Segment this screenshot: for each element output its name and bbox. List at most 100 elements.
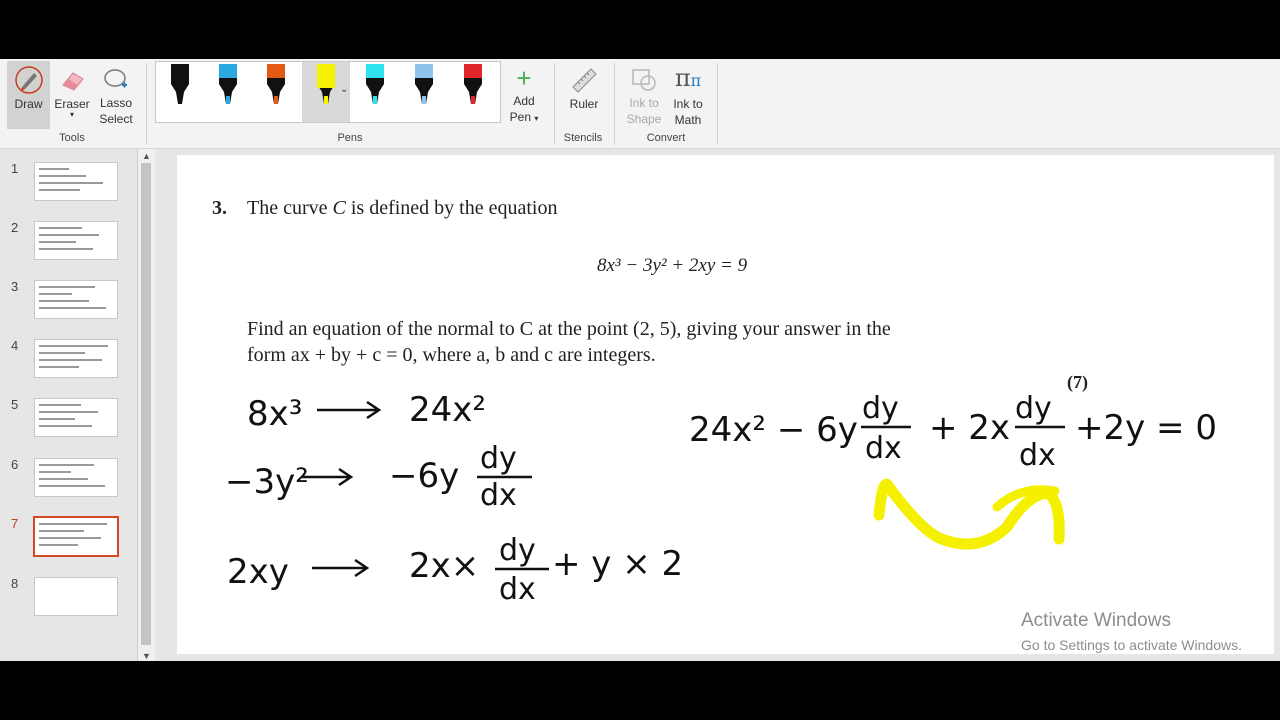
ink-to-math-label-2: Math	[674, 113, 702, 127]
pen-1-swatch[interactable]	[171, 64, 189, 104]
add-pen-label-1: Add	[513, 94, 535, 108]
slide-thumbnail-pane: 1 2 3 4 5 6 7 8	[0, 149, 155, 661]
ruler-label: Ruler	[569, 97, 599, 111]
add-pen-label-2: Pen	[509, 110, 531, 124]
ink-dx-1: dx	[480, 478, 517, 513]
eraser-label: Eraser	[54, 97, 90, 111]
add-pen-button[interactable]: + Add Pen ▾	[505, 61, 543, 129]
slide-preview[interactable]	[34, 339, 118, 378]
pen-4-swatch[interactable]: ⌄	[302, 62, 350, 122]
slide-canvas[interactable]: 3. The curve C is defined by the equatio…	[177, 155, 1274, 654]
pen-3-swatch[interactable]	[267, 64, 285, 104]
ink-dy-1: dy	[480, 441, 517, 476]
pen-7-swatch[interactable]	[464, 64, 482, 104]
top-black-bar	[0, 0, 1280, 59]
ink-plus-2y-eq-0: +2y = 0	[1075, 408, 1217, 448]
pen-5-swatch[interactable]	[366, 64, 384, 104]
ruler-icon	[572, 68, 597, 93]
lasso-label-1: Lasso	[99, 96, 133, 110]
slide-thumbnail-3[interactable]: 3	[0, 279, 137, 321]
slide-preview[interactable]	[34, 162, 118, 201]
ink-to-math-button[interactable]: ππ Ink to Math	[667, 61, 709, 129]
ink-8x3: 8x³	[247, 394, 302, 434]
scroll-down-icon[interactable]: ▼	[138, 651, 155, 661]
slide-number: 6	[11, 457, 19, 472]
ink-minus-6y: −6y	[389, 456, 459, 496]
lasso-icon	[104, 69, 127, 88]
slide-thumbnail-6[interactable]: 6	[0, 457, 137, 499]
ink-minus-3y2: −3y²	[225, 462, 309, 502]
slide-preview[interactable]	[34, 577, 118, 616]
slide-thumbnail-8[interactable]: 8	[0, 576, 137, 618]
ink-derivative-start: 24x² − 6y	[689, 410, 858, 450]
stencils-group-label: Stencils	[563, 132, 603, 144]
lasso-label-2: Select	[99, 112, 133, 126]
slide-thumbnail-1[interactable]: 1	[0, 161, 137, 203]
ink-layer: 8x³ 24x² −3y² −6y dy dx 2xy 2x× dy dx + …	[225, 390, 1217, 607]
ink-dy-3: dy	[862, 391, 899, 426]
plus-icon: +	[516, 63, 532, 93]
ruler-button[interactable]: Ruler	[562, 61, 606, 129]
separator	[554, 63, 555, 145]
ink-to-shape-label-2: Shape	[626, 112, 662, 126]
pen-6-swatch[interactable]	[415, 64, 433, 104]
slide-preview[interactable]	[34, 221, 118, 260]
slide-number: 5	[11, 397, 19, 412]
bottom-black-bar	[0, 661, 1280, 720]
slide-preview[interactable]	[34, 280, 118, 319]
ink-arrow-2	[302, 467, 354, 487]
add-pen-dropdown-icon: ▾	[534, 114, 539, 123]
draw-ribbon: Draw Eraser ▾ Lasso Select Tools ⌄ Pens …	[0, 59, 1280, 149]
tools-group-label: Tools	[59, 132, 85, 144]
ink-dx-2: dx	[499, 572, 536, 607]
slide-number: 1	[11, 161, 19, 176]
ink-24x2: 24x²	[409, 390, 486, 430]
slide-number: 7	[11, 516, 19, 531]
slide-preview[interactable]	[34, 458, 118, 497]
scroll-thumb[interactable]	[141, 163, 151, 645]
pen-gallery: ⌄	[155, 61, 501, 123]
eraser-tool-button[interactable]: Eraser ▾	[52, 61, 92, 129]
activate-windows-title: Activate Windows	[1021, 610, 1171, 631]
pen-gallery-svg: ⌄	[171, 62, 482, 122]
slide-preview[interactable]	[34, 398, 118, 437]
separator	[717, 63, 718, 145]
slide-number: 4	[11, 338, 19, 353]
lasso-select-button[interactable]: Lasso Select	[95, 61, 137, 129]
ink-2x-times: 2x×	[409, 546, 479, 586]
ink-arrow-1	[317, 400, 382, 420]
ink-dx-3: dx	[865, 431, 902, 466]
ink-to-shape-label-1: Ink to	[629, 96, 659, 110]
draw-tool-button[interactable]: Draw	[7, 61, 50, 129]
thumbnail-scrollbar[interactable]: ▲ ▼	[137, 149, 155, 661]
ink-plus-2x: + 2x	[929, 408, 1010, 448]
ink-dx-4: dx	[1019, 438, 1056, 473]
slide-number: 3	[11, 279, 19, 294]
slide-thumbnail-7[interactable]: 7	[0, 516, 137, 558]
draw-label: Draw	[14, 97, 43, 111]
separator	[146, 63, 147, 145]
eraser-dropdown-icon[interactable]: ▾	[52, 111, 92, 119]
ink-plus-y-times-2: + y × 2	[552, 544, 683, 584]
activate-windows-subtitle: Go to Settings to activate Windows.	[1021, 637, 1242, 653]
ink-dy-2: dy	[499, 533, 536, 568]
ink-arrow-3	[312, 558, 370, 578]
slide-number: 2	[11, 220, 19, 235]
ink-dy-4: dy	[1015, 391, 1052, 426]
scroll-up-icon[interactable]: ▲	[138, 151, 155, 161]
slide-thumbnail-4[interactable]: 4	[0, 338, 137, 380]
pens-group-label: Pens	[337, 132, 363, 144]
pi-icon: ππ	[674, 64, 702, 92]
convert-group-label: Convert	[646, 132, 686, 144]
pen-2-swatch[interactable]	[219, 64, 237, 104]
slide-number: 8	[11, 576, 19, 591]
draw-pen-icon	[14, 66, 43, 94]
ink-to-math-label-1: Ink to	[673, 97, 703, 111]
ink-to-shape-button[interactable]: Ink to Shape	[623, 61, 665, 129]
slide-thumbnail-2[interactable]: 2	[0, 220, 137, 262]
ink-2xy: 2xy	[227, 552, 289, 592]
ink-to-shape-icon	[632, 69, 656, 91]
slide-thumbnail-5[interactable]: 5	[0, 397, 137, 439]
pen-dropdown-icon[interactable]: ⌄	[340, 84, 348, 95]
slide-preview[interactable]	[33, 516, 119, 557]
